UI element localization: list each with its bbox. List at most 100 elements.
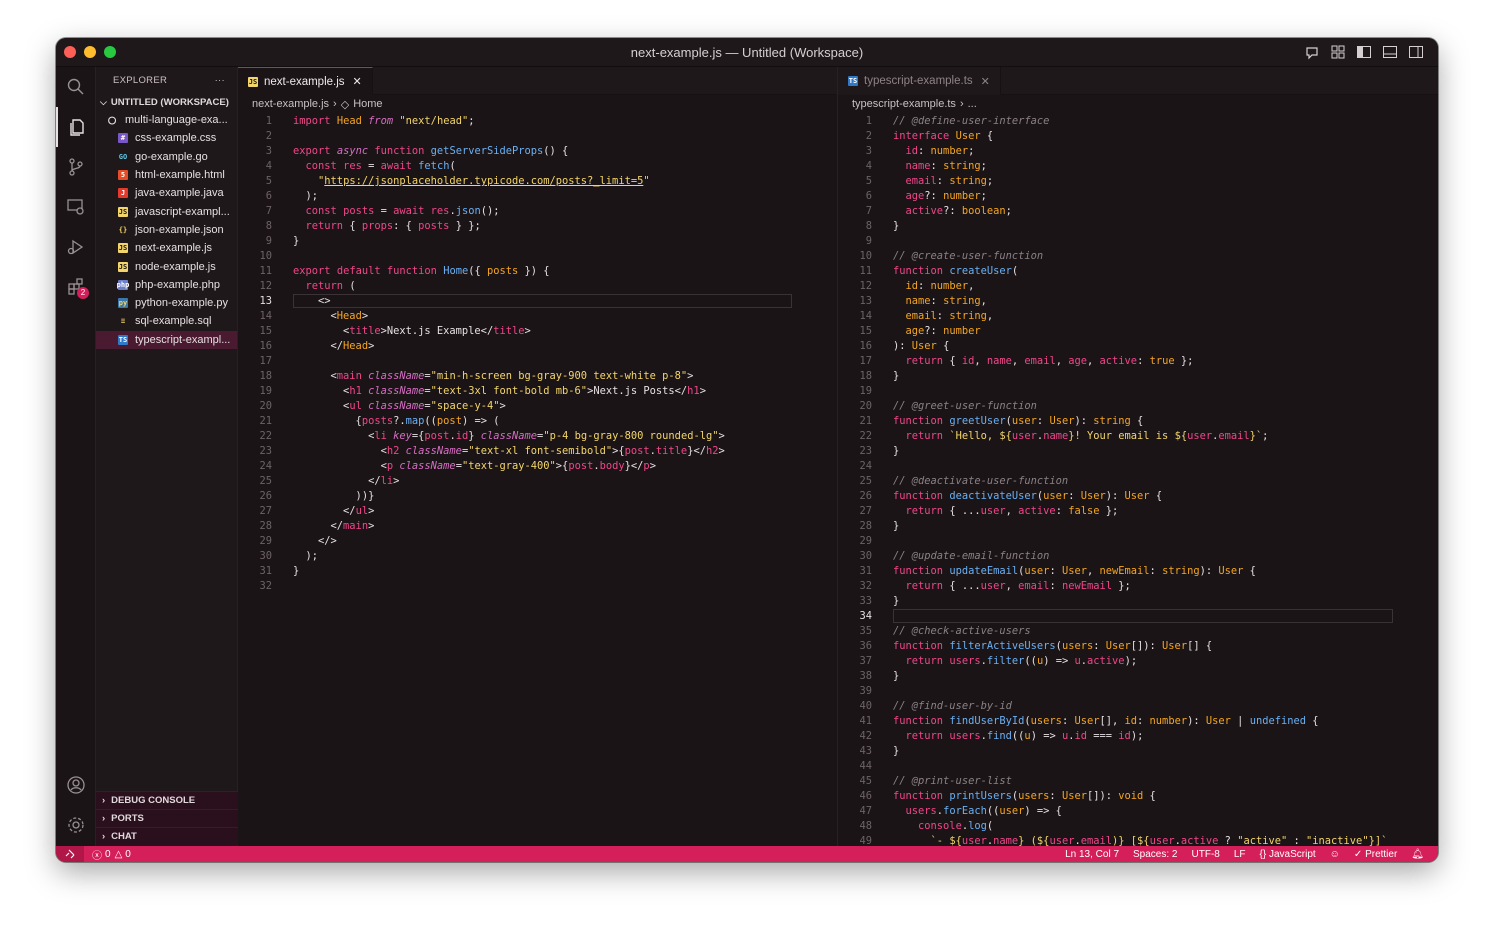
code-line: </li> — [293, 475, 400, 487]
prettier-status[interactable]: ✓ Prettier — [1354, 849, 1397, 860]
line-number: 13 — [259, 295, 272, 307]
panel-chat[interactable]: › CHAT — [96, 827, 238, 845]
code-line: function greetUser(user: User): string { — [893, 415, 1144, 427]
file-tree-item[interactable]: JS javascript-exampl... — [96, 202, 237, 220]
close-tab-icon[interactable]: ✕ — [981, 75, 990, 88]
code-line: } — [893, 445, 900, 457]
close-tab-icon[interactable]: ✕ — [353, 75, 362, 88]
line-number: 9 — [265, 235, 272, 247]
file-name: json-example.json — [135, 223, 224, 236]
code-line: active?: boolean; — [905, 205, 1012, 217]
panel-debug-console[interactable]: › DEBUG CONSOLE — [96, 791, 238, 809]
java-file-icon: J — [118, 188, 128, 199]
indentation[interactable]: Spaces: 2 — [1133, 849, 1177, 860]
code-line: // @print-user-list — [893, 775, 1012, 787]
panel-ports[interactable]: › PORTS — [96, 809, 238, 827]
toggle-sidebar-icon[interactable] — [1356, 44, 1372, 60]
line-number: 4 — [865, 160, 872, 172]
error-count[interactable]: 0 — [105, 849, 111, 860]
extensions-icon[interactable]: 2 — [56, 267, 96, 307]
line-endings[interactable]: LF — [1234, 849, 1246, 860]
code-line: function deactivateUser(user: User): Use… — [893, 490, 1163, 502]
js-file-icon: JS — [118, 243, 128, 254]
sql-file-icon: ≡ — [120, 317, 126, 326]
file-tree-item[interactable]: # css-example.css — [96, 129, 237, 147]
circle-icon: ○ — [108, 112, 116, 128]
run-debug-icon[interactable] — [56, 227, 96, 267]
language-mode[interactable]: {} JavaScript — [1260, 849, 1316, 860]
explorer-icon[interactable] — [56, 107, 96, 147]
code-line: } — [293, 565, 300, 577]
account-icon[interactable] — [56, 765, 96, 805]
error-icon[interactable]: ⓧ — [92, 847, 102, 862]
workspace-header[interactable]: ⌵ UNTITLED (WORKSPACE) — [96, 93, 237, 111]
tab-label: typescript-example.ts — [864, 75, 973, 87]
tab-next-example[interactable]: JS next-example.js ✕ — [238, 67, 373, 95]
customize-layout-icon[interactable] — [1330, 44, 1346, 60]
file-name: typescript-exampl... — [135, 333, 231, 346]
file-name: java-example.java — [135, 187, 224, 200]
code-line: ))} — [293, 490, 375, 502]
settings-gear-icon[interactable] — [56, 805, 96, 845]
file-tree-item[interactable]: GO go-example.go — [96, 148, 237, 166]
file-tree-item[interactable]: py python-example.py — [96, 294, 237, 312]
language-label: JavaScript — [1268, 848, 1316, 860]
file-tree-item[interactable]: 5 html-example.html — [96, 166, 237, 184]
explorer-header: EXPLORER ··· — [96, 67, 237, 93]
toggle-panel-icon[interactable] — [1382, 44, 1398, 60]
line-number: 30 — [859, 550, 872, 562]
more-actions-icon[interactable]: ··· — [215, 75, 225, 86]
code-line: export async function getServerSideProps… — [293, 145, 569, 157]
code-area[interactable]: 1 // @define-user-interface 2 interface Use… — [838, 113, 1438, 847]
file-tree: ○ multi-language-exa... # css-example.css GO… — [96, 111, 237, 349]
line-number: 42 — [859, 730, 872, 742]
breadcrumb: typescript-example.ts › ... — [838, 95, 1438, 113]
search-icon[interactable] — [56, 67, 96, 107]
breadcrumb-file[interactable]: next-example.js — [252, 98, 329, 110]
line-number: 18 — [259, 370, 272, 382]
code-line: users.forEach((user) => { — [905, 805, 1062, 817]
breadcrumb-file[interactable]: typescript-example.ts — [852, 98, 956, 110]
code-line: email: string; — [905, 175, 994, 187]
copilot-status-icon[interactable]: ☺ — [1330, 849, 1340, 860]
breadcrumb-symbol[interactable]: ... — [968, 98, 977, 110]
code-line: <ul className="space-y-4"> — [293, 400, 506, 412]
tab-typescript-example[interactable]: TS typescript-example.ts ✕ — [838, 67, 1001, 95]
code-line: import Head from "next/head"; — [293, 115, 475, 127]
file-tree-item[interactable]: ≡ sql-example.sql — [96, 312, 237, 330]
left-tab-bar: JS next-example.js ✕ — [238, 67, 837, 95]
chevron-right-icon: › — [102, 813, 106, 824]
code-line: return ( — [305, 280, 356, 292]
code-line: } — [893, 370, 900, 382]
copilot-icon[interactable] — [1304, 44, 1320, 60]
line-number: 32 — [859, 580, 872, 592]
code-line: <h2 className="text-xl font-semibold">{p… — [293, 445, 725, 457]
code-line: <li key={post.id} className="p-4 bg-gray… — [293, 430, 725, 442]
code-line: return { ...user, email: newEmail }; — [905, 580, 1131, 592]
file-tree-item[interactable]: JS node-example.js — [96, 257, 237, 275]
file-tree-item[interactable]: {} json-example.json — [96, 221, 237, 239]
breadcrumb-symbol[interactable]: Home — [353, 98, 382, 110]
code-line: age?: number — [905, 325, 981, 337]
file-tree-item[interactable]: ○ multi-language-exa... — [96, 111, 237, 129]
source-control-icon[interactable] — [56, 147, 96, 187]
file-tree-item[interactable]: JS next-example.js — [96, 239, 237, 257]
cursor-position[interactable]: Ln 13, Col 7 — [1065, 849, 1119, 860]
code-line: </> — [293, 535, 337, 547]
remote-icon[interactable] — [56, 846, 84, 862]
code-line: const posts = await res.json(); — [305, 205, 500, 217]
code-area[interactable]: 1 import Head from "next/head"; 2 3 export a… — [238, 113, 837, 846]
file-tree-item[interactable]: php php-example.php — [96, 276, 237, 294]
file-tree-item[interactable]: TS typescript-exampl... — [96, 330, 237, 349]
component-icon: ◇ — [340, 98, 350, 111]
code-line: export default function Home({ posts }) … — [293, 265, 550, 277]
workspace-label: UNTITLED (WORKSPACE) — [110, 96, 229, 108]
toggle-secondary-sidebar-icon[interactable] — [1408, 44, 1424, 60]
warning-icon[interactable]: △ — [115, 849, 123, 860]
bell-icon[interactable]: 🔔︎ — [1411, 849, 1424, 860]
warning-count[interactable]: 0 — [125, 849, 131, 860]
remote-explorer-icon[interactable] — [56, 187, 96, 227]
code-line: <main className="min-h-screen bg-gray-90… — [293, 370, 694, 382]
encoding[interactable]: UTF-8 — [1192, 849, 1220, 860]
file-tree-item[interactable]: Jjava-example.java — [96, 184, 237, 202]
